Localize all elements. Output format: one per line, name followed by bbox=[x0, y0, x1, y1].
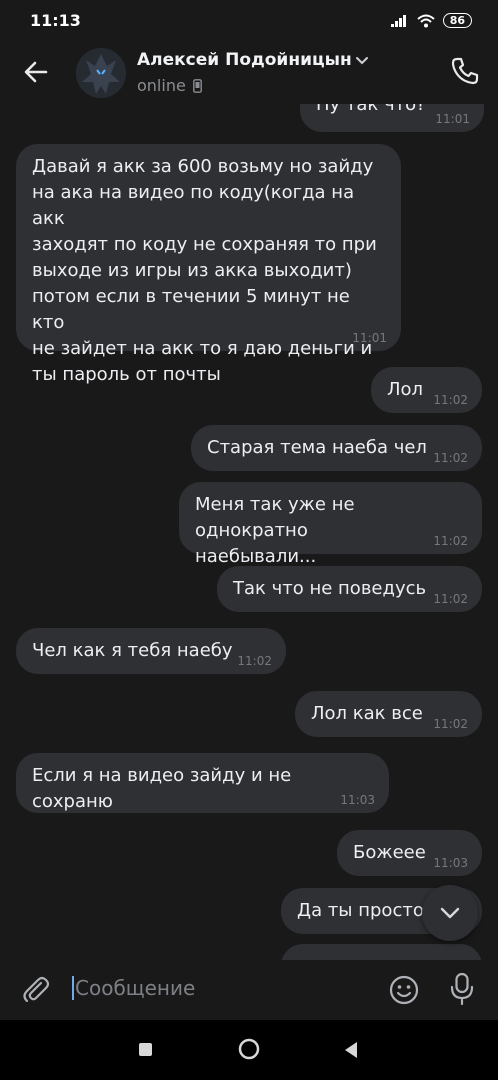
contact-name[interactable]: Алексей Подойницын bbox=[137, 50, 352, 70]
message-outgoing[interactable]: Старая тема наеба чел 11:02 bbox=[191, 425, 482, 471]
status-text: online bbox=[137, 76, 186, 95]
message-incoming[interactable]: Давай я акк за 600 возьму но зайду на ак… bbox=[16, 144, 401, 385]
message-time: 11:03 bbox=[340, 793, 375, 807]
status-icons: 86 bbox=[390, 13, 472, 28]
phone-icon[interactable] bbox=[448, 54, 482, 88]
message-incoming[interactable]: Если я на видео зайду и не сохраню 11:03 bbox=[16, 753, 389, 813]
message-time: 11:02 bbox=[237, 654, 272, 668]
message-text: Если я на видео зайду и не сохраню bbox=[32, 765, 292, 812]
recent-apps-icon[interactable] bbox=[139, 1043, 152, 1056]
message-text: Так что не поведусь bbox=[233, 578, 427, 599]
paperclip-icon[interactable] bbox=[20, 974, 52, 1006]
avatar[interactable] bbox=[76, 48, 126, 98]
message-outgoing-partial[interactable] bbox=[281, 944, 482, 960]
message-time: 11:01 bbox=[435, 112, 470, 126]
message-input-placeholder: Сообщение bbox=[75, 976, 196, 1000]
message-text: Чел как я тебя наебу bbox=[32, 640, 233, 661]
message-text: Меня так уже не однократно наебывали... bbox=[195, 494, 355, 567]
message-text: Давай я акк за 600 возьму но зайду на ак… bbox=[32, 156, 377, 385]
wifi-icon bbox=[417, 14, 435, 27]
message-time: 11:02 bbox=[433, 451, 468, 465]
arrow-left-icon[interactable] bbox=[20, 56, 52, 88]
message-time: 11:03 bbox=[433, 856, 468, 870]
message-time: 11:02 bbox=[433, 534, 468, 548]
message-outgoing[interactable]: Ну так что? 11:01 bbox=[300, 104, 484, 132]
message-input[interactable]: Сообщение bbox=[72, 976, 195, 1000]
online-status: online bbox=[137, 76, 202, 95]
battery-indicator: 86 bbox=[442, 13, 472, 28]
system-navigation-bar bbox=[0, 1020, 498, 1080]
text-cursor bbox=[72, 976, 74, 1000]
message-time: 11:02 bbox=[433, 717, 468, 731]
message-list[interactable]: Ну так что? 11:01 Давай я акк за 600 воз… bbox=[0, 104, 498, 960]
message-text: Старая тема наеба чел bbox=[207, 437, 427, 458]
status-bar: 11:13 86 bbox=[0, 0, 498, 40]
message-time: 11:01 bbox=[352, 331, 387, 345]
message-outgoing[interactable]: Божеее 11:03 bbox=[337, 830, 482, 876]
message-outgoing[interactable]: Лол 11:02 bbox=[371, 367, 482, 413]
chevron-down-icon[interactable] bbox=[355, 56, 369, 66]
message-outgoing[interactable]: Так что не поведусь 11:02 bbox=[217, 566, 482, 612]
microphone-icon[interactable] bbox=[448, 972, 476, 1006]
mobile-phone-icon bbox=[192, 78, 202, 93]
signal-icon bbox=[390, 14, 406, 27]
avatar-image bbox=[76, 48, 126, 98]
back-triangle-icon[interactable] bbox=[343, 1041, 359, 1059]
message-composer: Сообщение bbox=[0, 960, 498, 1020]
message-incoming[interactable]: Чел как я тебя наебу 11:02 bbox=[16, 628, 286, 674]
message-time: 11:02 bbox=[433, 592, 468, 606]
home-icon[interactable] bbox=[238, 1038, 260, 1060]
chat-header: Алексей Подойницын online bbox=[0, 40, 498, 104]
scroll-down-button[interactable] bbox=[422, 885, 478, 941]
message-outgoing[interactable]: Меня так уже не однократно наебывали... … bbox=[179, 482, 482, 567]
smile-icon[interactable] bbox=[388, 974, 420, 1006]
message-time: 11:02 bbox=[433, 393, 468, 407]
chevron-down-icon bbox=[440, 907, 460, 919]
message-outgoing[interactable]: Лол как все 11:02 bbox=[295, 691, 482, 737]
status-time: 11:13 bbox=[30, 11, 81, 30]
